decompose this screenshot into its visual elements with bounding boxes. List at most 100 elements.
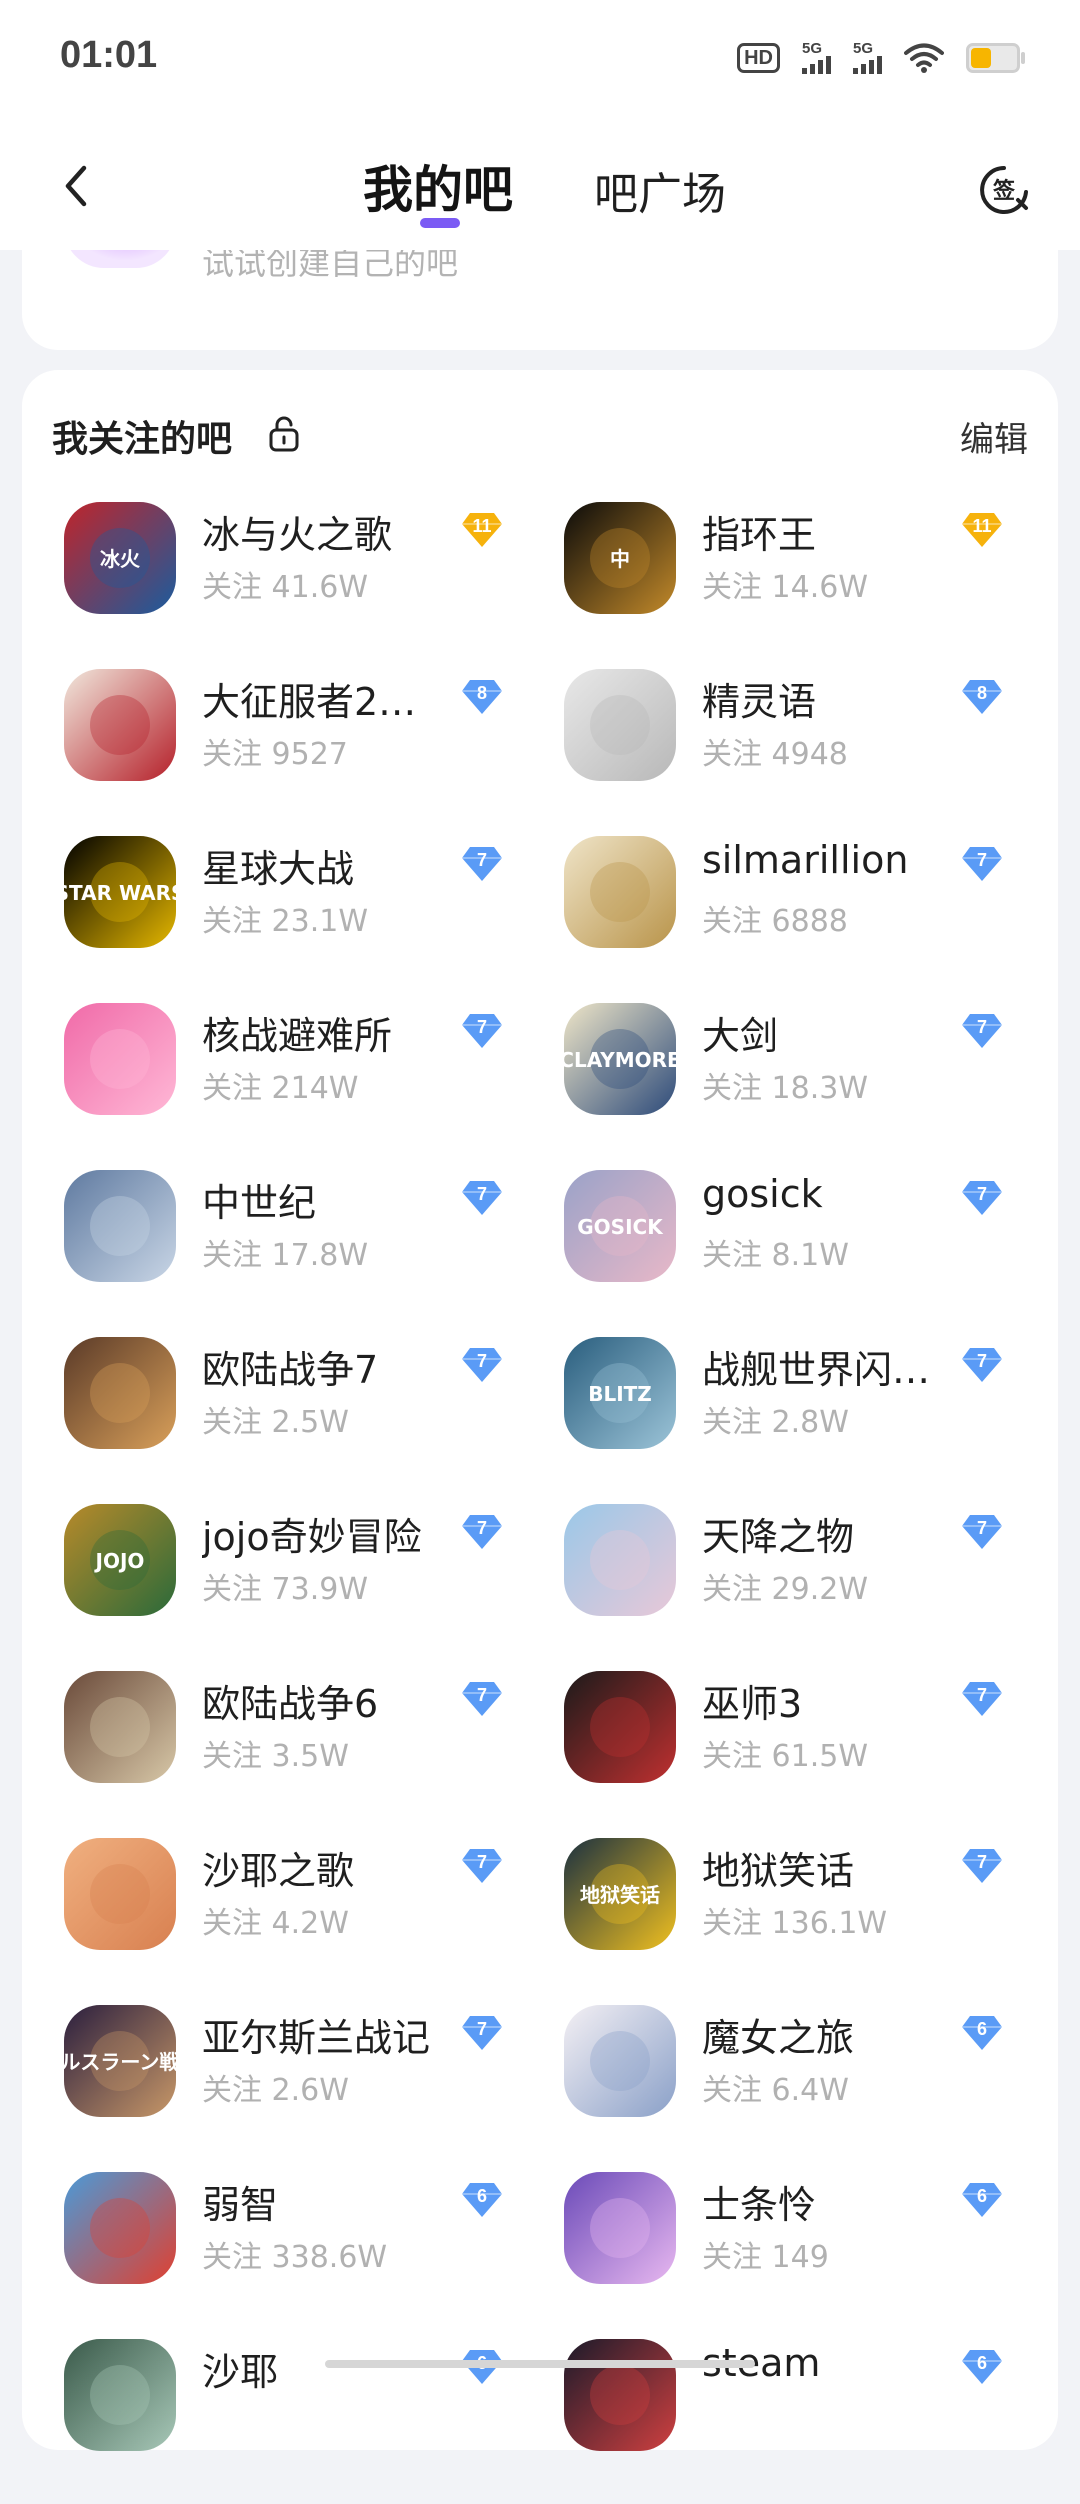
level-number: 7 [976, 1184, 987, 1204]
forum-name: 巫师3 [702, 1682, 803, 1726]
section-title: 我关注的吧 [52, 419, 233, 460]
forum-avatar-text: 中 [610, 547, 630, 571]
forum-follow-count: 关注 6888 [702, 904, 848, 939]
forum-follow-count: 关注 214W [202, 1071, 359, 1106]
forum-item[interactable]: 天降之物 关注 29.2W 7 [522, 1502, 1022, 1669]
forum-item[interactable]: STAR WARS 星球大战关注 23.1W 7 [22, 834, 522, 1001]
level-badge: 7 [960, 1345, 1004, 1385]
level-number: 7 [476, 1184, 487, 1204]
forum-name: 地狱笑话 [702, 1849, 855, 1893]
forum-avatar [64, 1671, 176, 1783]
forum-name: 星球大战 [202, 847, 355, 891]
forum-follow-count: 关注 149 [702, 2240, 829, 2275]
level-number: 7 [476, 1518, 487, 1538]
forum-item[interactable]: 精灵语 关注 4948 8 [522, 667, 1022, 834]
level-badge: 7 [460, 1846, 504, 1886]
forum-avatar-text: CLAYMORE [564, 1048, 676, 1072]
forum-name: 核战避难所 [202, 1014, 393, 1058]
level-badge: 7 [460, 844, 504, 884]
network-label: 5G [853, 40, 874, 57]
forum-follow-count: 关注 9527 [202, 737, 348, 772]
forum-name: gosick [702, 1172, 823, 1216]
sign-label: 签 [992, 178, 1016, 204]
sign-in-icon: 签 [980, 166, 1028, 214]
forum-name: 战舰世界闪… [702, 1348, 931, 1392]
forum-item[interactable]: アルスラーン戦記 亚尔斯兰战记关注 2.6W 7 [22, 2003, 522, 2170]
forum-item[interactable]: 欧陆战争6 关注 3.5W 7 [22, 1669, 522, 1836]
forum-item[interactable]: 弱智 关注 338.6W 6 [22, 2170, 522, 2337]
level-number: 7 [976, 1351, 987, 1371]
level-number: 7 [476, 1685, 487, 1705]
forum-follow-count: 关注 18.3W [702, 1071, 868, 1106]
forum-name: 指环王 [702, 513, 817, 557]
forum-name: 魔女之旅 [702, 2016, 855, 2060]
level-number: 7 [476, 1852, 487, 1872]
level-badge: 7 [460, 1679, 504, 1719]
network-label: 5G [802, 40, 823, 57]
forum-item[interactable]: 地狱笑话 地狱笑话 关注 136.1W 7 [522, 1836, 1022, 2003]
forum-avatar [64, 1003, 176, 1115]
forum-avatar [564, 2339, 676, 2451]
tab-forum-square[interactable]: 吧广场 [594, 158, 726, 222]
forum-avatar: 地狱笑话 [564, 1838, 676, 1950]
status-time: 01:01 [60, 34, 158, 76]
back-button[interactable] [54, 162, 102, 210]
forum-follow-count: 关注 2.5W [202, 1405, 349, 1440]
forum-item[interactable]: 中世纪关注 17.8W 7 [22, 1168, 522, 1335]
forum-item[interactable]: JOJO jojo奇妙冒险 关注 73.9W 7 [22, 1502, 522, 1669]
forum-name: 沙耶之歌 [202, 1849, 355, 1893]
forum-name: 大剑 [702, 1014, 779, 1058]
forum-item[interactable]: 冰火 冰与火之歌 关注 41.6W 11 [22, 500, 522, 667]
battery-level [971, 48, 991, 68]
forum-follow-count: 关注 8.1W [702, 1238, 849, 1273]
forum-name: silmarillion [702, 838, 909, 882]
forum-avatar [564, 1504, 676, 1616]
signal-icon: 5G [802, 40, 831, 74]
level-badge: 8 [460, 677, 504, 717]
tab-my-forums[interactable]: 我的吧 [363, 150, 513, 222]
forum-item[interactable]: 欧陆战争7 关注 2.5W 7 [22, 1335, 522, 1502]
unlock-icon[interactable] [268, 416, 300, 452]
forum-item[interactable]: BLITZ 战舰世界闪… 关注 2.8W 7 [522, 1335, 1022, 1502]
forum-avatar: BLITZ [564, 1337, 676, 1449]
forum-name: 弱智 [202, 2183, 279, 2227]
level-number: 7 [976, 1518, 987, 1538]
forum-item[interactable]: CLAYMORE 大剑 关注 18.3W 7 [522, 1001, 1022, 1168]
forum-avatar: STAR WARS [64, 836, 176, 948]
forum-avatar: アルスラーン戦記 [64, 2005, 176, 2117]
forum-name: 精灵语 [702, 680, 817, 724]
level-badge: 7 [960, 1512, 1004, 1552]
level-badge: 7 [460, 1011, 504, 1051]
forum-item[interactable]: silmarillion 关注 6888 7 [522, 834, 1022, 1001]
level-number: 7 [476, 1017, 487, 1037]
forum-avatar: JOJO [64, 1504, 176, 1616]
forum-follow-count: 关注 338.6W [202, 2240, 388, 2275]
home-indicator[interactable] [325, 2360, 755, 2368]
forum-item[interactable]: GOSICK gosick 关注 8.1W 7 [522, 1168, 1022, 1335]
forum-follow-count: 关注 17.8W [202, 1238, 368, 1273]
level-badge: 6 [960, 2013, 1004, 2053]
forum-name: 天降之物 [702, 1515, 855, 1559]
level-number: 6 [976, 2353, 987, 2373]
forum-item[interactable]: 大征服者2… 关注 9527 8 [22, 667, 522, 834]
forum-item[interactable]: 中 指环王 关注 14.6W 11 [522, 500, 1022, 667]
level-number: 8 [976, 683, 987, 703]
level-number: 6 [976, 2186, 987, 2206]
forum-follow-count: 关注 136.1W [702, 1906, 888, 1941]
forum-follow-count: 关注 23.1W [202, 904, 368, 939]
forum-item[interactable]: 士条怜 关注 149 6 [522, 2170, 1022, 2337]
forum-item[interactable]: 魔女之旅 关注 6.4W 6 [522, 2003, 1022, 2170]
level-number: 7 [476, 2019, 487, 2039]
forum-name: jojo奇妙冒险 [202, 1515, 422, 1559]
forum-item[interactable]: 沙耶之歌 关注 4.2W 7 [22, 1836, 522, 2003]
forum-follow-count: 关注 41.6W [202, 570, 368, 605]
header: 我的吧 吧广场 签 [0, 112, 1080, 250]
forum-name: 中世纪 [202, 1181, 317, 1225]
sign-in-button[interactable]: 签 [978, 164, 1030, 216]
signal-icon: 5G [853, 40, 882, 74]
forum-avatar-text: アルスラーン戦記 [64, 2050, 176, 2074]
forum-item[interactable]: 巫师3 关注 61.5W 7 [522, 1669, 1022, 1836]
edit-button[interactable]: 编辑 [960, 412, 1028, 461]
level-badge: 7 [960, 1178, 1004, 1218]
forum-item[interactable]: 核战避难所关注 214W 7 [22, 1001, 522, 1168]
